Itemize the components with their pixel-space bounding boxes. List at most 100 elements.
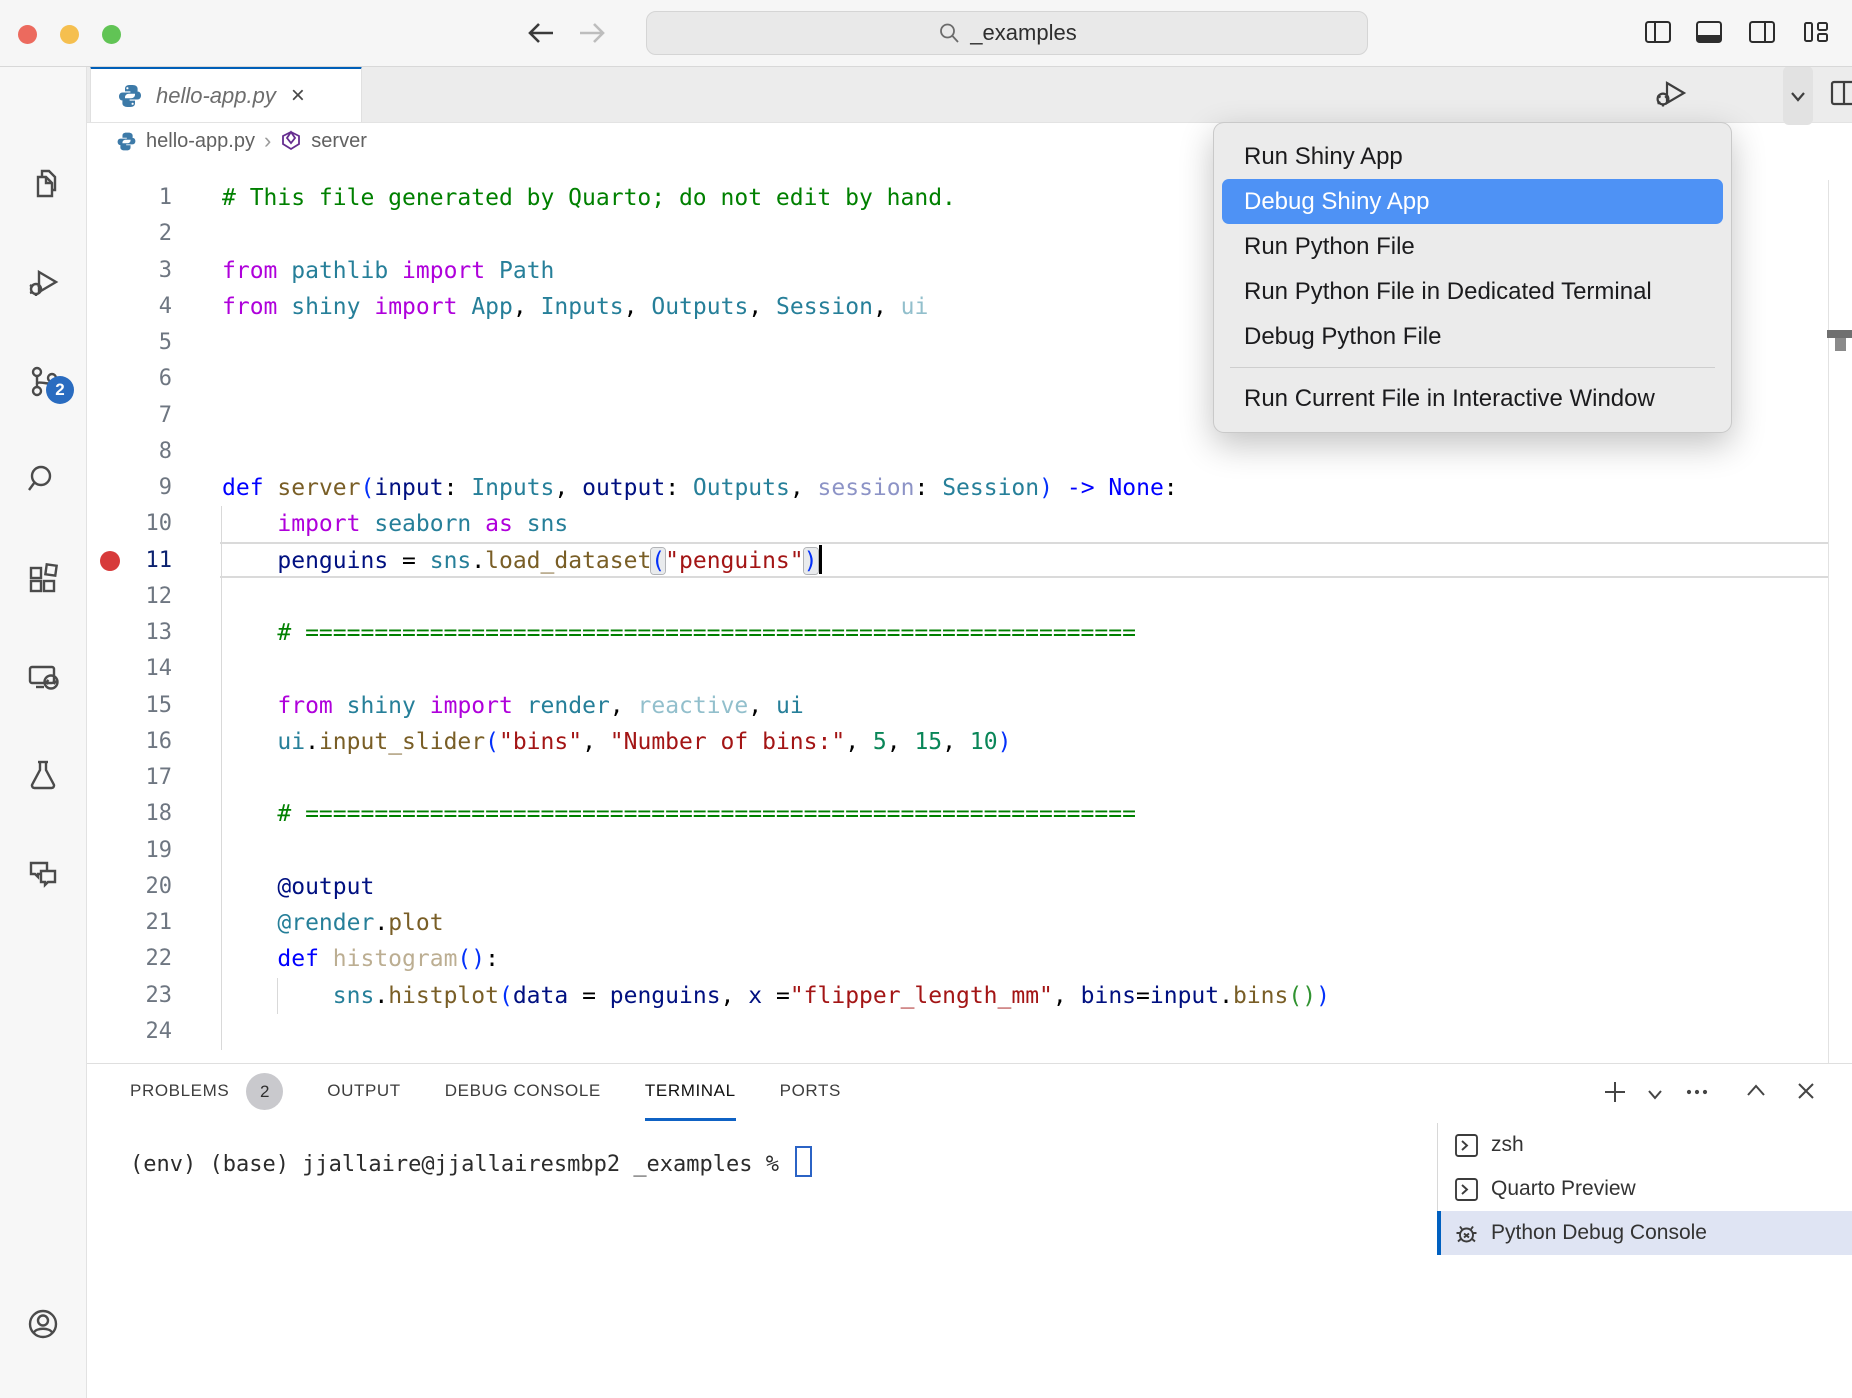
python-file-icon-small [116,131,137,152]
panel-tab-ports[interactable]: PORTS [780,1064,841,1121]
line-number[interactable]: 16 [90,724,172,761]
line-number[interactable]: 19 [90,833,172,870]
terminal-list-item-zsh[interactable]: zsh [1438,1123,1852,1167]
code-line-10[interactable]: import seaborn as sns [222,506,568,543]
breadcrumb-symbol[interactable]: server [311,130,367,153]
line-number[interactable]: 2 [90,216,172,253]
terminal-prompt[interactable]: (env) (base) jjallaire@jjallairesmbp2 _e… [130,1146,812,1177]
code-line-11[interactable]: penguins = sns.load_dataset("penguins") [222,543,822,580]
menu-item-debug-shiny-app[interactable]: Debug Shiny App [1222,179,1723,224]
toggle-primary-sidebar-icon[interactable] [1643,17,1673,47]
menu-separator [1230,367,1715,368]
remote-explorer-icon[interactable] [26,660,60,694]
chevron-right-icon: › [264,128,271,154]
code-line-18[interactable]: # ======================================… [222,796,1136,833]
line-number[interactable]: 7 [90,398,172,435]
line-number[interactable]: 22 [90,941,172,978]
run-and-debug-icon[interactable] [26,265,60,299]
menu-item-debug-python-file[interactable]: Debug Python File [1222,314,1723,359]
line-number[interactable]: 5 [90,325,172,362]
line-number[interactable]: 20 [90,869,172,906]
panel-tab-output[interactable]: OUTPUT [327,1064,400,1121]
code-line-13[interactable]: # ======================================… [222,615,1136,652]
symbol-class-icon [280,130,302,152]
history-back-button[interactable] [523,15,559,51]
editor-tab-bar: hello-app.py × [86,66,1852,123]
code-line-3[interactable]: from pathlib import Path [222,253,554,290]
line-number[interactable]: 12 [90,579,172,616]
line-number[interactable]: 8 [90,434,172,471]
run-options-dropdown-button[interactable] [1783,66,1813,125]
toggle-panel-icon[interactable] [1694,17,1724,47]
extensions-icon[interactable] [26,562,60,596]
minimize-window-button[interactable] [60,25,79,44]
run-options-menu: Run Shiny AppDebug Shiny AppRun Python F… [1213,122,1732,433]
search-value: _examples [970,20,1076,46]
terminal-list-item-quarto-preview[interactable]: Quarto Preview [1438,1167,1852,1211]
breadcrumb-file[interactable]: hello-app.py [146,130,255,153]
terminal-cursor [795,1146,812,1177]
account-icon[interactable] [26,1307,60,1341]
code-line-22[interactable]: def histogram(): [222,941,499,978]
code-line-9[interactable]: def server(input: Inputs, output: Output… [222,470,1178,507]
maximize-panel-icon[interactable] [1742,1077,1770,1105]
code-line-20[interactable]: @output [222,869,374,906]
panel-tab-terminal[interactable]: TERMINAL [645,1064,736,1121]
explorer-icon[interactable] [26,166,60,200]
code-line-16[interactable]: ui.input_slider("bins", "Number of bins:… [222,724,1011,761]
line-number[interactable]: 3 [90,253,172,290]
history-forward-button[interactable] [574,15,610,51]
terminal-profile-dropdown-icon[interactable] [1644,1083,1666,1105]
customize-layout-icon[interactable] [1801,17,1831,47]
titlebar: _examples [0,0,1852,67]
zoom-window-button[interactable] [102,25,121,44]
line-number[interactable]: 9 [90,470,172,507]
menu-item-run-shiny-app[interactable]: Run Shiny App [1222,134,1723,179]
line-number[interactable]: 1 [90,180,172,217]
terminal-list-item-python-debug-console[interactable]: Python Debug Console [1438,1211,1852,1255]
testing-icon[interactable] [26,758,60,792]
line-number[interactable]: 21 [90,905,172,942]
split-editor-icon[interactable] [1828,66,1852,119]
close-panel-icon[interactable] [1792,1077,1820,1105]
terminal-icon [1453,1176,1480,1203]
minimap-mark [1835,338,1846,351]
line-number[interactable]: 15 [90,688,172,725]
line-number[interactable]: 13 [90,615,172,652]
toggle-secondary-sidebar-icon[interactable] [1747,17,1777,47]
new-terminal-button[interactable] [1600,1077,1630,1107]
panel-more-actions-icon[interactable] [1682,1077,1712,1107]
tab-close-icon[interactable]: × [291,84,305,108]
problems-count-badge: 2 [246,1073,283,1110]
line-number[interactable]: 14 [90,651,172,688]
search-sidebar-icon[interactable] [26,463,60,497]
tab-hello-app-py[interactable]: hello-app.py × [90,66,362,122]
line-number[interactable]: 24 [90,1014,172,1051]
code-line-15[interactable]: from shiny import render, reactive, ui [222,688,804,725]
tab-label: hello-app.py [156,83,276,109]
line-number[interactable]: 6 [90,361,172,398]
code-line-4[interactable]: from shiny import App, Inputs, Outputs, … [222,289,928,326]
code-line-23[interactable]: sns.histplot(data = penguins, x ="flippe… [222,978,1330,1015]
terminal-icon [1453,1132,1480,1159]
comments-icon[interactable] [26,857,60,891]
panel-tab-debug-console[interactable]: DEBUG CONSOLE [445,1064,601,1121]
run-or-debug-button[interactable] [1653,66,1689,119]
close-window-button[interactable] [18,25,37,44]
activity-bar: 2 1 [0,66,87,1398]
code-line-21[interactable]: @render.plot [222,905,444,942]
menu-item-run-current-file-in-interactive-window[interactable]: Run Current File in Interactive Window [1222,376,1723,421]
code-line-1[interactable]: # This file generated by Quarto; do not … [222,180,956,217]
line-number[interactable]: 17 [90,760,172,797]
line-number[interactable]: 18 [90,796,172,833]
panel-tab-problems[interactable]: PROBLEMS2 [130,1064,283,1121]
menu-item-run-python-file-in-dedicated-terminal[interactable]: Run Python File in Dedicated Terminal [1222,269,1723,314]
line-number[interactable]: 10 [90,506,172,543]
line-number[interactable]: 23 [90,978,172,1015]
text-cursor [819,545,822,574]
panel-tabs: PROBLEMS2 OUTPUT DEBUG CONSOLE TERMINAL PORT… [130,1064,841,1121]
menu-item-run-python-file[interactable]: Run Python File [1222,224,1723,269]
command-center-search[interactable]: _examples [646,11,1368,55]
line-number[interactable]: 4 [90,289,172,326]
line-number[interactable]: 11 [90,543,172,580]
